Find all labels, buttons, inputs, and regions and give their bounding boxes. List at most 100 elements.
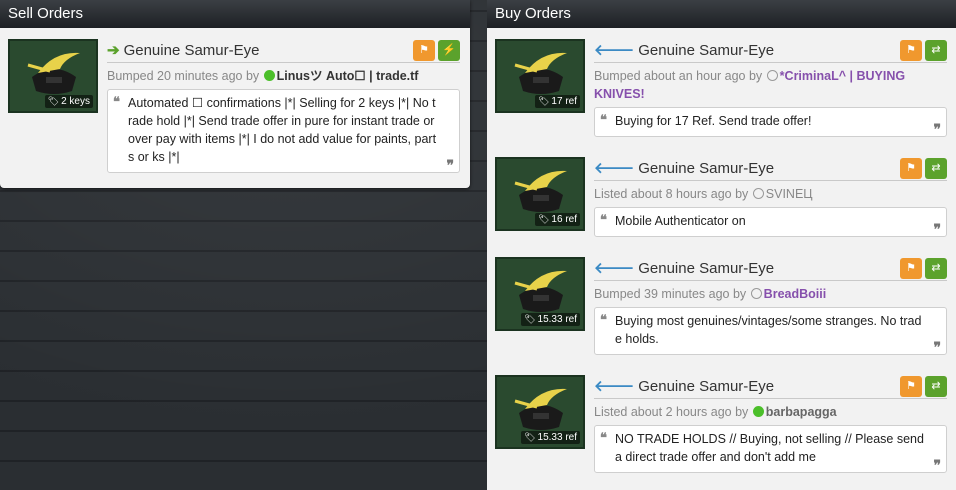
item-name[interactable]: Genuine Samur-Eye xyxy=(638,160,774,177)
order-status: Bumped 20 minutes ago by xyxy=(107,69,260,83)
order-buttons: ⚑ ⇄ xyxy=(897,40,947,64)
order-comment: ❝ Buying for 17 Ref. Send trade offer! ❞ xyxy=(594,107,947,137)
order-title-row: 🡐 Genuine Samur-Eye ⚑ ⇄ xyxy=(594,39,947,63)
arrow-left-icon: 🡐 xyxy=(594,260,635,277)
buy-orders-header: Buy Orders xyxy=(487,0,956,28)
price-tag: 🏷 15.33 ref xyxy=(521,431,580,444)
trade-offer-button[interactable]: ⇄ xyxy=(925,158,947,179)
item-name[interactable]: Genuine Samur-Eye xyxy=(638,378,774,395)
quote-close-icon: ❞ xyxy=(933,221,941,237)
order-status: Listed about 2 hours ago by xyxy=(594,405,749,419)
tag-icon: 🏷 xyxy=(47,96,60,106)
item-thumbnail[interactable]: 🏷 16 ref xyxy=(495,157,585,231)
order-buttons: ⚑ ⇄ xyxy=(897,376,947,400)
exchange-icon: ⇄ xyxy=(931,44,941,56)
quote-open-icon: ❝ xyxy=(600,112,607,127)
user-link[interactable]: barbapagga xyxy=(766,405,837,419)
quote-close-icon: ❞ xyxy=(933,339,941,355)
item-name[interactable]: Genuine Samur-Eye xyxy=(638,260,774,277)
flag-icon: ⚑ xyxy=(419,44,429,56)
buy-orders-panel: Buy Orders 🏷 17 ref 🡐 Genuine Samur-Eye ⚑ ⇄… xyxy=(487,0,956,490)
quote-open-icon: ❝ xyxy=(113,94,120,109)
comment-text: NO TRADE HOLDS // Buying, not selling //… xyxy=(615,432,924,464)
order-status: Bumped about an hour ago by xyxy=(594,69,763,83)
quote-close-icon: ❞ xyxy=(933,457,941,473)
order-info: ➔ Genuine Samur-Eye ⚑ ⚡ Bumped 20 minutes … xyxy=(107,39,460,173)
report-flag-button[interactable]: ⚑ xyxy=(900,40,922,61)
arrow-left-icon: 🡐 xyxy=(594,160,635,177)
trade-offer-button[interactable]: ⇄ xyxy=(925,40,947,61)
price-tag: 🏷 15.33 ref xyxy=(521,313,580,326)
tag-icon: 🏷 xyxy=(537,96,550,106)
quote-close-icon: ❞ xyxy=(933,121,941,137)
online-status-icon xyxy=(752,406,764,417)
order-info: 🡐 Genuine Samur-Eye ⚑ ⇄ Bumped about an ho… xyxy=(594,39,947,137)
tag-icon: 🏷 xyxy=(537,214,550,224)
arrow-left-icon: 🡐 xyxy=(594,42,635,59)
comment-text: Buying most genuines/vintages/some stran… xyxy=(615,314,922,346)
order-title-row: ➔ Genuine Samur-Eye ⚑ ⚡ xyxy=(107,39,460,63)
sell-orders-header: Sell Orders xyxy=(0,0,470,28)
offline-status-icon xyxy=(752,188,764,199)
report-flag-button[interactable]: ⚑ xyxy=(900,258,922,279)
online-status-icon xyxy=(263,70,275,81)
order-info: 🡐 Genuine Samur-Eye ⚑ ⇄ Listed about 8 hou… xyxy=(594,157,947,237)
price-label: 15.33 ref xyxy=(537,314,577,325)
order-title-row: 🡐 Genuine Samur-Eye ⚑ ⇄ xyxy=(594,375,947,399)
flag-icon: ⚑ xyxy=(906,44,916,56)
tag-icon: 🏷 xyxy=(524,314,536,324)
order-comment: ❝ Mobile Authenticator on ❞ xyxy=(594,207,947,237)
price-tag: 🏷 17 ref xyxy=(534,95,580,108)
order-title-row: 🡐 Genuine Samur-Eye ⚑ ⇄ xyxy=(594,157,947,181)
order-buttons: ⚑ ⚡ xyxy=(410,40,460,64)
item-thumbnail[interactable]: 🏷 17 ref xyxy=(495,39,585,113)
report-flag-button[interactable]: ⚑ xyxy=(900,158,922,179)
instant-trade-button[interactable]: ⚡ xyxy=(438,40,460,61)
user-link[interactable]: SVINЕЦ xyxy=(766,187,813,201)
order-comment: ❝ Automated ☐ confirmations |*| Selling … xyxy=(107,89,460,173)
order-comment: ❝ Buying most genuines/vintages/some str… xyxy=(594,307,947,355)
comment-text: Automated ☐ confirmations |*| Selling fo… xyxy=(128,96,437,164)
item-name[interactable]: Genuine Samur-Eye xyxy=(638,42,774,59)
quote-open-icon: ❝ xyxy=(600,212,607,227)
flag-icon: ⚑ xyxy=(906,262,916,274)
order-info: 🡐 Genuine Samur-Eye ⚑ ⇄ Listed about 2 hou… xyxy=(594,375,947,473)
order-meta: Bumped 39 minutes ago by BreadBoiii xyxy=(594,285,947,303)
order-buttons: ⚑ ⇄ xyxy=(897,158,947,182)
order-meta: Listed about 2 hours ago by barbapagga xyxy=(594,403,947,421)
user-link[interactable]: BreadBoiii xyxy=(764,287,827,301)
comment-text: Buying for 17 Ref. Send trade offer! xyxy=(615,114,812,128)
price-label: 17 ref xyxy=(551,96,577,107)
quote-close-icon: ❞ xyxy=(446,157,454,173)
item-name[interactable]: Genuine Samur-Eye xyxy=(124,42,260,59)
quote-open-icon: ❝ xyxy=(600,430,607,445)
order-status: Listed about 8 hours ago by xyxy=(594,187,749,201)
order-meta: Bumped about an hour ago by *CriminaL^ |… xyxy=(594,67,947,103)
order-meta: Bumped 20 minutes ago by Linusツ Auto☐ | … xyxy=(107,67,460,85)
trade-offer-button[interactable]: ⇄ xyxy=(925,376,947,397)
exchange-icon: ⇄ xyxy=(931,262,941,274)
price-label: 16 ref xyxy=(551,214,577,225)
quote-open-icon: ❝ xyxy=(600,312,607,327)
user-link[interactable]: Linusツ Auto☐ | trade.tf xyxy=(277,69,419,83)
price-label: 2 keys xyxy=(61,96,90,107)
item-thumbnail[interactable]: 🏷 15.33 ref xyxy=(495,257,585,331)
sell-orders-panel: Sell Orders 🏷 2 keys ➔ Genuine Samur-Eye ⚑… xyxy=(0,0,470,188)
order-buttons: ⚑ ⇄ xyxy=(897,258,947,282)
order-info: 🡐 Genuine Samur-Eye ⚑ ⇄ Bumped 39 minutes … xyxy=(594,257,947,355)
order-status: Bumped 39 minutes ago by xyxy=(594,287,747,301)
exchange-icon: ⇄ xyxy=(931,162,941,174)
trade-offer-button[interactable]: ⇄ xyxy=(925,258,947,279)
report-flag-button[interactable]: ⚑ xyxy=(413,40,435,61)
price-tag: 🏷 16 ref xyxy=(534,213,580,226)
item-thumbnail[interactable]: 🏷 2 keys xyxy=(8,39,98,113)
order-meta: Listed about 8 hours ago by SVINЕЦ xyxy=(594,185,947,203)
item-thumbnail[interactable]: 🏷 15.33 ref xyxy=(495,375,585,449)
exchange-icon: ⇄ xyxy=(931,380,941,392)
order-title-row: 🡐 Genuine Samur-Eye ⚑ ⇄ xyxy=(594,257,947,281)
tag-icon: 🏷 xyxy=(524,432,536,442)
arrow-left-icon: 🡐 xyxy=(594,378,635,395)
arrow-right-icon: ➔ xyxy=(107,42,120,59)
report-flag-button[interactable]: ⚑ xyxy=(900,376,922,397)
lightning-icon: ⚡ xyxy=(442,44,456,56)
